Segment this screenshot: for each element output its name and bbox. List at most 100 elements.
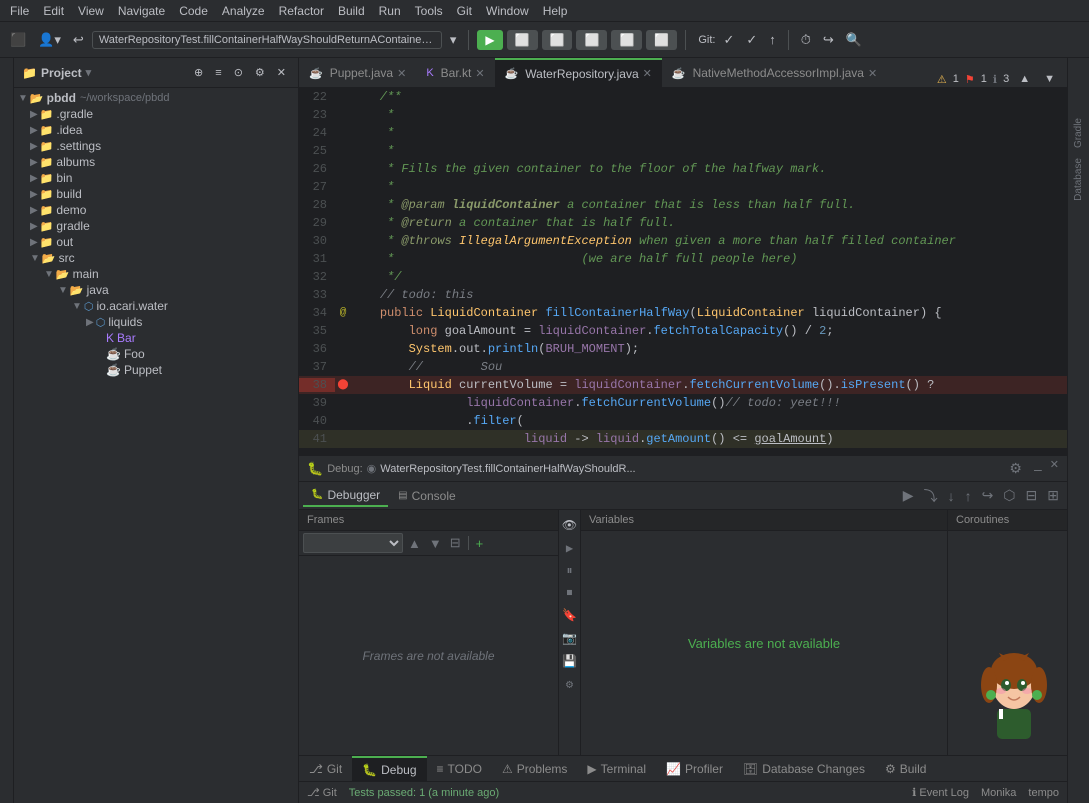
close-puppet-tab[interactable]: ✕ (397, 67, 406, 80)
collapse-all-btn[interactable]: ≡ (211, 64, 225, 81)
status-git-branch[interactable]: ⎇ Git (307, 786, 337, 799)
tree-settings[interactable]: ▶ 📁 .settings (14, 138, 298, 154)
menu-analyze[interactable]: Analyze (216, 2, 271, 20)
tree-build[interactable]: ▶ 📁 build (14, 186, 298, 202)
tree-java[interactable]: ▼ 📂 java (14, 282, 298, 298)
var-icon-watch[interactable]: 👁 (562, 518, 577, 533)
menu-git[interactable]: Git (451, 2, 478, 20)
tab-puppet-java[interactable]: ☕ Puppet.java ✕ (299, 58, 416, 87)
status-event-log[interactable]: ℹ Event Log (912, 786, 969, 799)
tree-bin[interactable]: ▶ 📁 bin (14, 170, 298, 186)
tab-console[interactable]: ▤ Console (390, 486, 463, 506)
var-icon-bookmark[interactable]: 🔖 (562, 608, 577, 623)
bottom-tab-build[interactable]: ⚙ Build (875, 756, 936, 781)
tree-out[interactable]: ▶ 📁 out (14, 234, 298, 250)
menu-refactor[interactable]: Refactor (273, 2, 330, 20)
git-commit-btn[interactable]: ✓ (719, 30, 738, 50)
var-icon-pause[interactable]: ⏸ (566, 564, 572, 578)
var-icon-stop[interactable]: ⏹ (566, 586, 572, 600)
debug-stop[interactable]: ⬜ (646, 30, 677, 50)
close-native-tab[interactable]: ✕ (868, 67, 877, 80)
debug-eval-btn[interactable]: ⬡ (999, 485, 1019, 506)
debug-close-btn[interactable]: ✕ (1050, 458, 1059, 479)
debug-run-to-cursor-btn[interactable]: ↪ (978, 485, 998, 506)
toolbar-expand-btn[interactable]: ▾ (446, 30, 461, 50)
debug-minimize-btn[interactable]: – (1030, 458, 1046, 479)
git-pull-btn[interactable]: ↑ (765, 30, 780, 49)
tree-main[interactable]: ▼ 📂 main (14, 266, 298, 282)
menu-navigate[interactable]: Navigate (112, 2, 171, 20)
tree-demo[interactable]: ▶ 📁 demo (14, 202, 298, 218)
tab-debugger[interactable]: 🐛 Debugger (303, 485, 388, 507)
var-icon-settings[interactable]: ⚙ (566, 677, 573, 692)
run-button[interactable]: ▶ (477, 30, 502, 50)
git-push-btn[interactable]: ✓ (742, 30, 761, 50)
toolbar-user-btn[interactable]: 👤▾ (34, 30, 65, 50)
frames-filter-btn[interactable]: ⊟ (447, 534, 464, 552)
frames-up-btn[interactable]: ▲ (405, 535, 424, 552)
tree-puppet-java[interactable]: ☕ Puppet (14, 362, 298, 378)
toolbar-undo-btn[interactable]: ↩ (69, 30, 88, 50)
project-dropdown[interactable]: ▾ (86, 66, 92, 79)
tab-native-java[interactable]: ☕ NativeMethodAccessorImpl.java ✕ (662, 58, 887, 87)
debug-step-into-btn[interactable]: ↓ (944, 486, 959, 506)
project-settings-btn[interactable]: ⚙ (251, 64, 269, 81)
toolbar-back-btn[interactable]: ⬛ (6, 30, 30, 50)
toolbar-history-btn[interactable]: ⏱ (797, 30, 815, 50)
menu-tools[interactable]: Tools (409, 2, 449, 20)
tree-gradle[interactable]: ▶ 📁 gradle (14, 218, 298, 234)
tree-package[interactable]: ▼ ⬡ io.acari.water (14, 298, 298, 314)
close-project-btn[interactable]: ✕ (273, 64, 290, 81)
tree-albums[interactable]: ▶ 📁 albums (14, 154, 298, 170)
tree-gradle-dot[interactable]: ▶ 📁 .gradle (14, 106, 298, 122)
debug-settings-btn[interactable]: ⚙ (1005, 458, 1026, 479)
database-icon[interactable]: Database (1073, 158, 1084, 201)
debug-step-over[interactable]: ⬜ (507, 30, 538, 50)
menu-edit[interactable]: Edit (37, 2, 70, 20)
bottom-tab-db-changes[interactable]: 🗄 Database Changes (733, 756, 875, 781)
menu-run[interactable]: Run (373, 2, 407, 20)
debug-coverage[interactable]: ⬜ (576, 30, 607, 50)
debug-step-out-btn[interactable]: ↑ (961, 486, 976, 506)
debug-resume-btn[interactable]: ▶ (899, 485, 918, 506)
tree-foo-java[interactable]: ☕ Foo (14, 346, 298, 362)
menu-view[interactable]: View (72, 2, 110, 20)
menu-window[interactable]: Window (480, 2, 535, 20)
add-file-btn[interactable]: ⊕ (190, 64, 207, 81)
tree-src[interactable]: ▼ 📂 src (14, 250, 298, 266)
menu-code[interactable]: Code (173, 2, 214, 20)
tab-bar-kt[interactable]: Κ Bar.kt ✕ (416, 58, 494, 87)
debug-step-into[interactable]: ⬜ (542, 30, 573, 50)
menu-file[interactable]: File (4, 2, 35, 20)
debug-step-over-btn[interactable]: ⤵ (920, 484, 942, 508)
toolbar-search-btn[interactable]: 🔍 (842, 30, 866, 50)
debug-layout-btn[interactable]: ⊟ (1022, 485, 1042, 506)
debug-profile[interactable]: ⬜ (611, 30, 642, 50)
gradle-icon[interactable]: Gradle (1073, 118, 1084, 148)
scroll-down-warnings[interactable]: ▼ (1040, 71, 1059, 87)
bottom-tab-problems[interactable]: ⚠ Problems (492, 756, 577, 781)
bottom-tab-debug[interactable]: 🐛 Debug (352, 756, 426, 781)
tree-bar-kt[interactable]: Κ Bar (14, 330, 298, 346)
frames-dropdown[interactable] (303, 533, 403, 553)
menu-build[interactable]: Build (332, 2, 371, 20)
bottom-tab-terminal[interactable]: ▶ Terminal (577, 756, 656, 781)
bottom-tab-todo[interactable]: ≡ TODO (427, 756, 492, 781)
menu-help[interactable]: Help (537, 2, 574, 20)
tree-liquids[interactable]: ▶ ⬡ liquids (14, 314, 298, 330)
bottom-tab-git[interactable]: ⎇ Git (299, 756, 352, 781)
frames-down-btn[interactable]: ▼ (426, 535, 445, 552)
var-icon-step[interactable]: ▶ (566, 541, 573, 556)
close-bar-tab[interactable]: ✕ (475, 67, 484, 80)
var-icon-camera[interactable]: 📷 (562, 631, 577, 646)
scroll-up-warnings[interactable]: ▲ (1015, 71, 1034, 87)
toolbar-redo-btn[interactable]: ↪ (819, 30, 838, 50)
scroll-to-file-btn[interactable]: ⊙ (230, 64, 247, 81)
tree-idea[interactable]: ▶ 📁 .idea (14, 122, 298, 138)
close-waterrepository-tab[interactable]: ✕ (643, 67, 652, 80)
var-icon-memory[interactable]: 💾 (562, 654, 577, 669)
tab-waterrepository-java[interactable]: ☕ WaterRepository.java ✕ (495, 58, 662, 87)
tree-root[interactable]: ▼ 📂 pbdd ~/workspace/pbdd (14, 90, 298, 106)
frames-add-btn[interactable]: + (473, 535, 487, 552)
code-editor[interactable]: 22 /** 23 * 24 * (299, 88, 1067, 455)
